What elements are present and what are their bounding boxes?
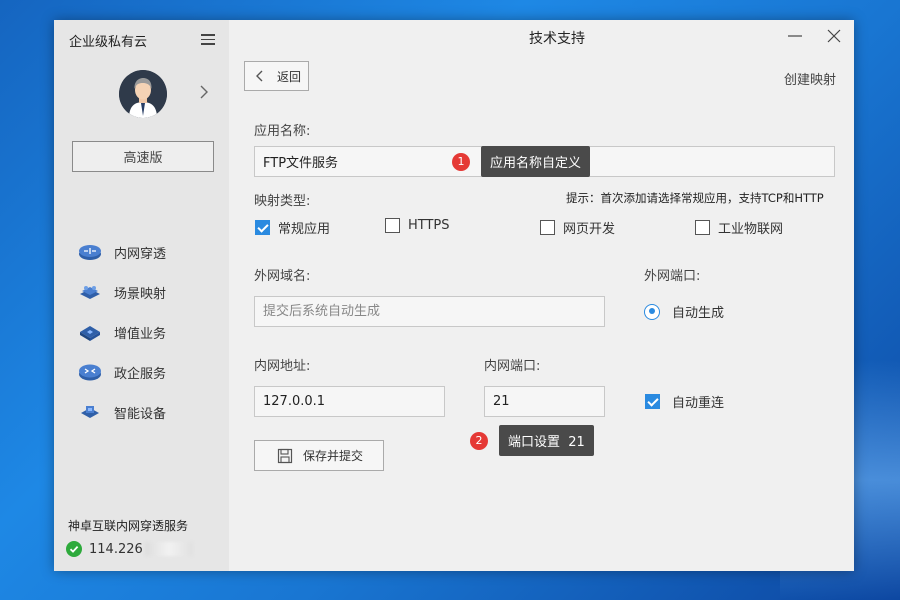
sidebar-item-intranet-penetration[interactable]: 内网穿透	[78, 232, 166, 272]
chevron-left-icon	[256, 70, 263, 82]
external-port-auto-radio[interactable]: 自动生成	[644, 302, 724, 321]
plan-button[interactable]: 高速版	[72, 141, 214, 172]
sidebar-item-smart-device[interactable]: 智能设备	[78, 392, 166, 432]
sidebar-item-enterprise-service[interactable]: 政企服务	[78, 352, 166, 392]
type-label: HTTPS	[408, 218, 450, 233]
annotation-text: 端口设置 21	[499, 425, 594, 456]
sidebar-item-label: 智能设备	[114, 406, 167, 422]
enterprise-icon	[79, 364, 101, 381]
annotation-tip-1: 1 应用名称自定义	[452, 146, 591, 177]
back-label: 返回	[277, 69, 302, 84]
app-title: 企业级私有云	[69, 35, 148, 50]
sidebar-item-label: 内网穿透	[114, 246, 167, 262]
smart-device-icon	[81, 406, 99, 418]
domain-label: 外网域名:	[254, 269, 311, 284]
checkbox-unchecked	[695, 220, 710, 235]
check-circle-icon	[66, 541, 82, 557]
sidebar-item-value-added[interactable]: 增值业务	[78, 312, 166, 352]
app-name-label: 应用名称:	[254, 124, 311, 139]
checkbox-unchecked	[540, 220, 555, 235]
hamburger-menu-icon[interactable]	[201, 34, 215, 46]
auto-reconnect-checkbox[interactable]: 自动重连	[645, 392, 724, 411]
value-added-icon	[80, 326, 100, 341]
annotation-badge: 2	[470, 431, 488, 450]
minimize-icon[interactable]	[786, 27, 804, 45]
chevron-right-icon[interactable]	[196, 84, 212, 100]
sidebar: 企业级私有云 高速版 内网穿透 场景映射 增值业务 政企服务 智能设备 神卓互联…	[54, 20, 229, 571]
back-button[interactable]: 返回	[244, 61, 309, 91]
network-icon	[79, 245, 101, 260]
service-name: 神卓互联内网穿透服务	[68, 519, 189, 533]
save-icon	[277, 448, 293, 463]
sidebar-item-label: 场景映射	[114, 286, 167, 302]
type-iiot-checkbox[interactable]: 工业物联网	[695, 218, 783, 237]
external-port-label: 外网端口:	[644, 269, 701, 284]
sidebar-nav: 内网穿透 场景映射 增值业务 政企服务 智能设备	[78, 232, 166, 432]
support-link[interactable]: 技术支持	[529, 28, 585, 48]
app-window: 企业级私有云 高速版 内网穿透 场景映射 增值业务 政企服务 智能设备 神卓互联…	[54, 20, 854, 571]
auto-reconnect-label: 自动重连	[672, 396, 725, 411]
ip-status: 114.226	[66, 541, 193, 557]
close-icon[interactable]	[825, 27, 843, 45]
ip-address: 114.226	[89, 541, 143, 557]
domain-input[interactable]	[254, 296, 605, 327]
save-submit-button[interactable]: 保存并提交	[254, 440, 384, 471]
ip-redacted	[144, 542, 193, 556]
checkbox-checked	[645, 394, 660, 409]
sidebar-item-label: 增值业务	[114, 326, 167, 342]
type-label: 网页开发	[563, 222, 616, 237]
type-https-checkbox[interactable]: HTTPS	[385, 218, 450, 233]
sidebar-item-label: 政企服务	[114, 366, 167, 382]
save-label: 保存并提交	[303, 449, 364, 463]
annotation-text: 应用名称自定义	[481, 146, 591, 177]
sidebar-item-scene-mapping[interactable]: 场景映射	[78, 272, 166, 312]
avatar[interactable]	[119, 70, 167, 118]
annotation-badge: 1	[452, 152, 470, 171]
mapping-hint: 提示：首次添加请选择常规应用，支持TCP和HTTP	[566, 191, 824, 205]
internal-address-label: 内网地址:	[254, 359, 311, 374]
checkbox-checked	[255, 220, 270, 235]
type-regular-checkbox[interactable]: 常规应用	[255, 218, 330, 237]
radio-label: 自动生成	[672, 306, 725, 321]
mapping-type-label: 映射类型:	[254, 194, 311, 209]
type-web-dev-checkbox[interactable]: 网页开发	[540, 218, 615, 237]
scene-mapping-icon	[80, 286, 100, 299]
radio-selected	[644, 303, 660, 320]
internal-port-input[interactable]	[484, 386, 605, 417]
create-mapping-link[interactable]: 创建映射	[784, 69, 836, 88]
internal-port-label: 内网端口:	[484, 359, 541, 374]
type-label: 常规应用	[278, 222, 331, 237]
annotation-tip-2: 2 端口设置 21	[470, 425, 594, 456]
internal-address-input[interactable]	[254, 386, 445, 417]
checkbox-unchecked	[385, 218, 400, 233]
type-label: 工业物联网	[718, 222, 784, 237]
